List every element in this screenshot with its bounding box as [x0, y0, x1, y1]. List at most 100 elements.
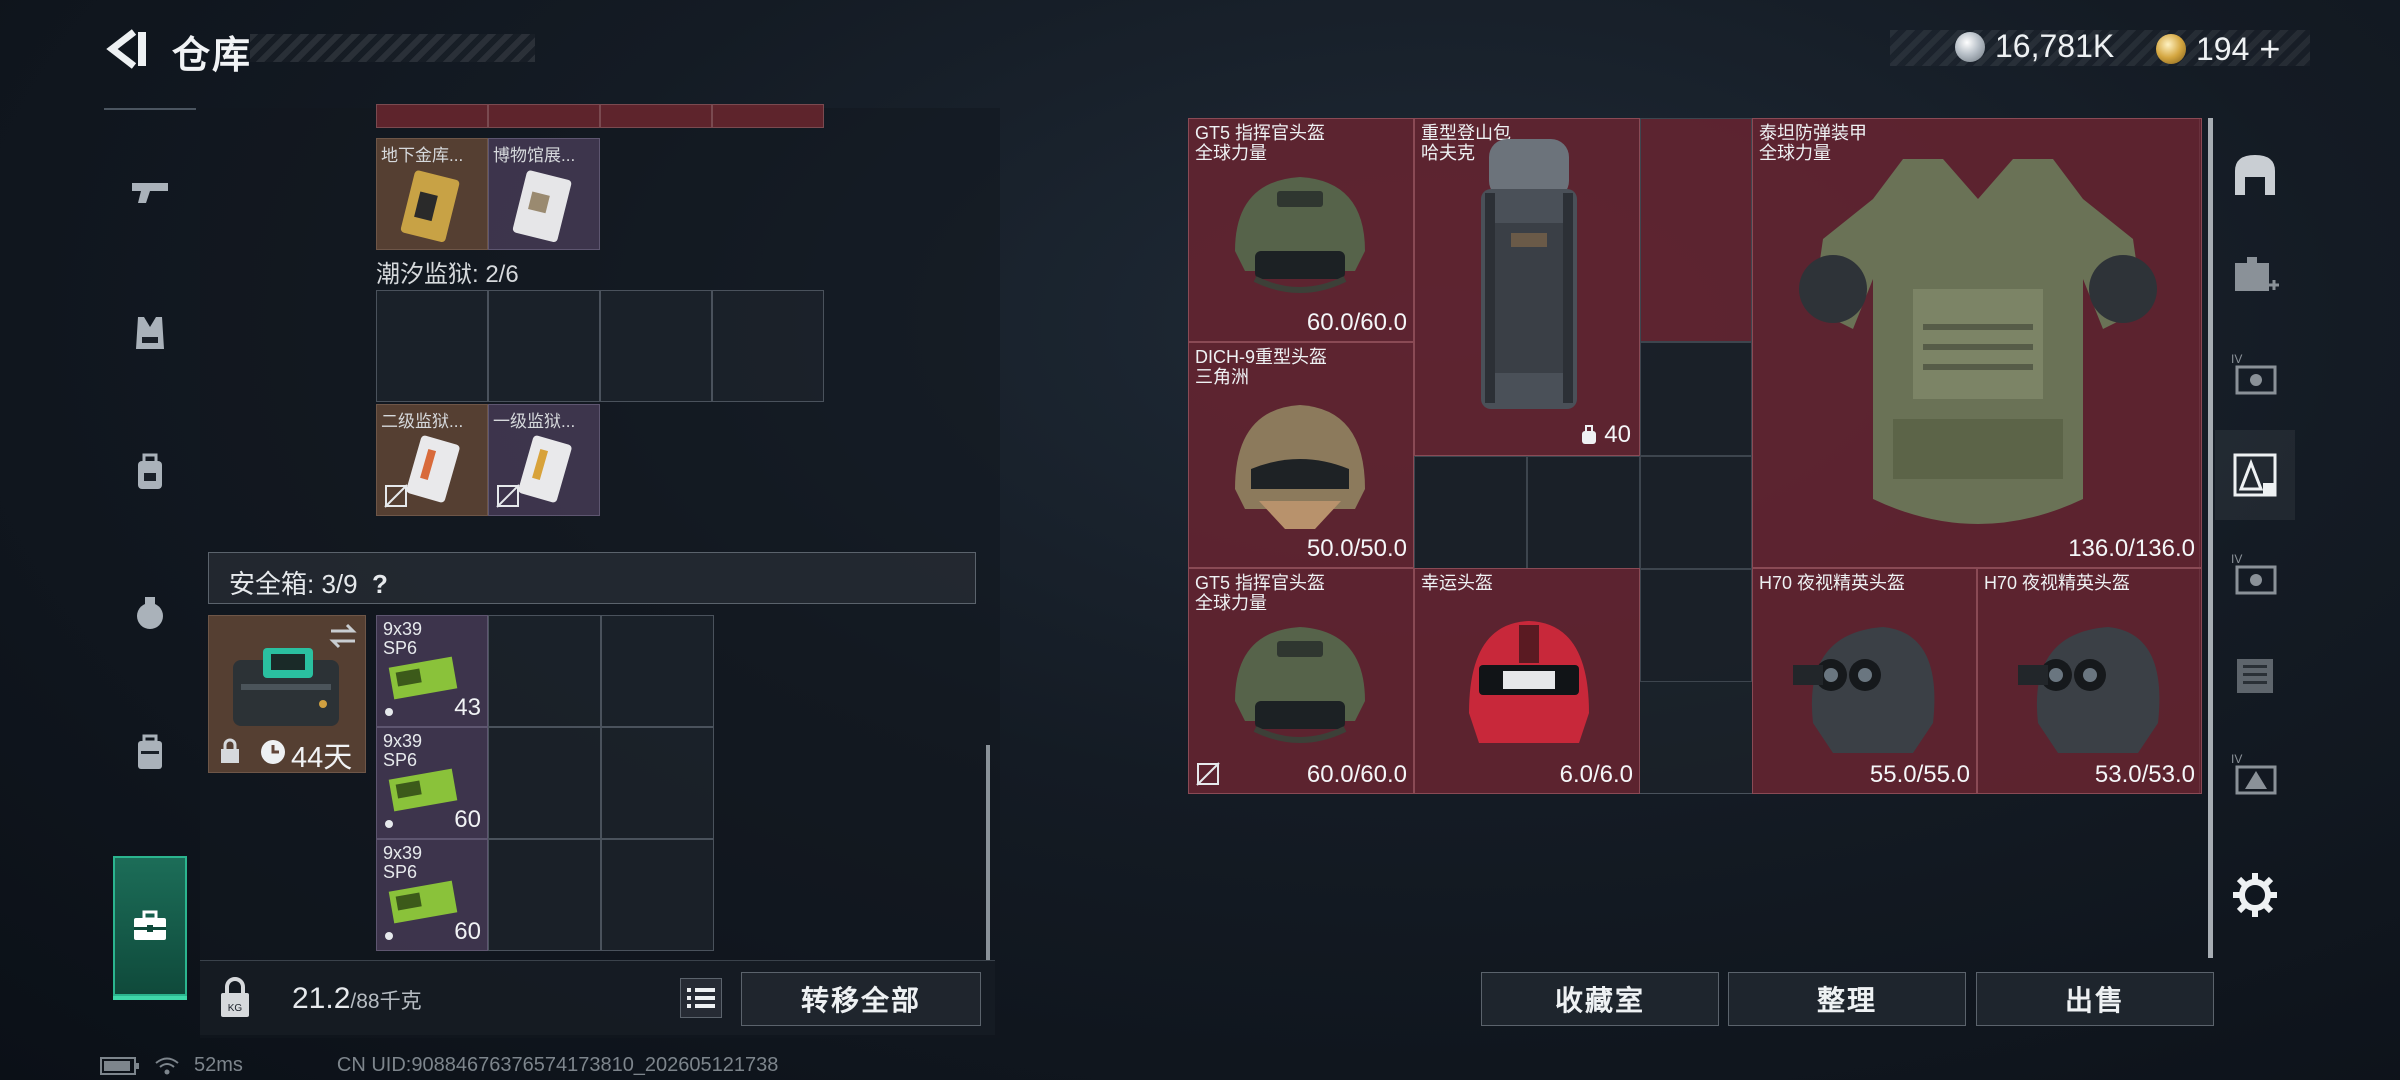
rnav-helmet-rack[interactable]: [2215, 130, 2295, 220]
grid-cell[interactable]: [1640, 456, 1752, 569]
transfer-all-button[interactable]: 转移全部: [741, 972, 981, 1026]
vest-icon: [136, 317, 164, 349]
settings-button[interactable]: [2215, 850, 2295, 940]
item-brand: 三角洲: [1195, 367, 1249, 387]
gold-coin-icon: [2156, 34, 2186, 64]
grid-cell[interactable]: [601, 839, 714, 951]
grid-cell[interactable]: [488, 290, 600, 402]
rnav-medkit[interactable]: [2215, 230, 2295, 320]
rnav-document-case[interactable]: [2215, 630, 2295, 720]
ammo-item[interactable]: 9x39 SP6 60: [376, 727, 488, 839]
grid-cell[interactable]: [488, 104, 600, 128]
keycard-icon: [406, 435, 460, 503]
titan-armor-item[interactable]: 泰坦防弹装甲 全球力量 136.0/136.0: [1752, 118, 2202, 568]
item-durability: 55.0/55.0: [1869, 761, 1970, 788]
grid-cell[interactable]: [376, 290, 488, 402]
safebox-container[interactable]: 44天: [208, 615, 366, 774]
helmet-icon: [1469, 621, 1589, 743]
grid-cell[interactable]: [712, 104, 824, 128]
grid-cell[interactable]: [1640, 342, 1752, 456]
organize-button[interactable]: 整理: [1728, 972, 1966, 1026]
item-durability: 136.0/136.0: [2068, 535, 2195, 562]
equipment-scrollbar[interactable]: [2208, 118, 2213, 958]
night-vision-helmet-icon: [2018, 627, 2160, 753]
currency-premium[interactable]: 194 +: [2156, 28, 2280, 70]
grid-cell[interactable]: [601, 727, 714, 839]
toolbox-icon: [134, 910, 166, 940]
prison-key-level2[interactable]: 二级监狱...: [376, 404, 488, 516]
nav-armor[interactable]: [104, 288, 196, 378]
museum-key-card[interactable]: 博物馆展...: [488, 138, 600, 250]
sell-button[interactable]: 出售: [1976, 972, 2214, 1026]
status-footer: 52ms CN UID:9088467637657417381​0_202605…: [100, 1054, 778, 1077]
gt5-helmet-item-2[interactable]: GT5 指挥官头盔 全球力量 60.0/60.0: [1188, 568, 1414, 794]
grid-cell[interactable]: [1414, 456, 1527, 569]
grid-cell[interactable]: [376, 104, 488, 128]
wifi-icon: [155, 1057, 179, 1074]
tier4-case-icon: IV: [2231, 752, 2277, 795]
rnav-tier4-case-3[interactable]: IV: [2215, 730, 2295, 820]
grid-cell[interactable]: [488, 839, 601, 951]
gear-icon: [2233, 873, 2277, 917]
nav-bag[interactable]: [104, 568, 196, 658]
capacity-value: 40: [1604, 421, 1631, 448]
grid-cell[interactable]: [600, 104, 712, 128]
grid-cell[interactable]: [600, 290, 712, 402]
weight-current: 21.2: [292, 982, 351, 1015]
page-title: 仓库: [172, 35, 253, 77]
h70-helmet-item[interactable]: H70 夜视精英头盔 55.0/55.0: [1752, 568, 1977, 794]
case-icon: [138, 734, 162, 769]
no-trade-icon: [384, 484, 408, 508]
grid-cell[interactable]: [712, 290, 824, 402]
h70-helmet-item-2[interactable]: H70 夜视精英头盔 53.0/53.0: [1977, 568, 2202, 794]
storage-scrollbar[interactable]: [986, 745, 990, 960]
keycard-icon: [518, 435, 572, 503]
grid-cell[interactable]: [488, 727, 601, 839]
nav-backpack[interactable]: [104, 428, 196, 518]
help-icon[interactable]: ?: [372, 569, 388, 599]
list-icon: [687, 988, 715, 1008]
ammo-name: 9x39 SP6: [383, 620, 422, 658]
back-button[interactable]: [100, 26, 150, 72]
item-title: H70 夜视精英头盔: [1984, 573, 2131, 593]
title-decoration: [250, 34, 535, 62]
grid-cell[interactable]: [488, 615, 601, 727]
backpack-icon: [138, 453, 162, 489]
svg-text:IV: IV: [2231, 752, 2242, 766]
prison-key-level1[interactable]: 一级监狱...: [488, 404, 600, 516]
no-trade-icon: [496, 484, 520, 508]
ammo-name: 9x39 SP6: [383, 732, 422, 770]
item-name: 二级监狱...: [381, 412, 464, 431]
tier4-case-icon: IV: [2231, 352, 2277, 395]
night-vision-helmet-icon: [1793, 627, 1935, 753]
item-durability: 50.0/50.0: [1306, 535, 1407, 562]
collection-room-button[interactable]: 收藏室: [1481, 972, 1719, 1026]
grid-cell[interactable]: [1640, 118, 1752, 342]
ammo-marker-icon: [385, 820, 393, 828]
grid-cell[interactable]: [1640, 569, 1752, 682]
add-currency-icon[interactable]: +: [2259, 28, 2280, 70]
ammo-box-icon: [388, 768, 458, 812]
item-name: 地下金库...: [381, 146, 464, 165]
weight-lock-icon[interactable]: KG: [215, 975, 255, 1021]
lucky-helmet-item[interactable]: 幸运头盔 6.0/6.0: [1414, 568, 1640, 794]
list-view-button[interactable]: [680, 978, 722, 1018]
nav-weapons[interactable]: [104, 148, 196, 238]
ammo-item[interactable]: 9x39 SP6 43: [376, 615, 488, 727]
ammo-item[interactable]: 9x39 SP6 60: [376, 839, 488, 951]
backpack-icon: [1481, 139, 1577, 409]
ammo-count: 43: [454, 694, 481, 721]
vault-key-card[interactable]: 地下金库...: [376, 138, 488, 250]
rnav-tier4-case-2[interactable]: IV: [2215, 530, 2295, 620]
nav-case[interactable]: [104, 708, 196, 798]
dich9-helmet-item[interactable]: DICH-9重型头盔 三角洲 50.0/50.0: [1188, 342, 1414, 568]
rnav-tier4-case[interactable]: IV: [2215, 330, 2295, 420]
backpack-capacity: 40: [1580, 421, 1631, 449]
grid-cell[interactable]: [1527, 456, 1640, 569]
nav-safebox-active[interactable]: [113, 856, 187, 996]
rnav-armor-case-active[interactable]: [2215, 430, 2295, 520]
heavy-backpack-item[interactable]: 重型登山包 哈夫克 40: [1414, 118, 1640, 456]
grid-cell[interactable]: [601, 615, 714, 727]
gt5-helmet-item[interactable]: GT5 指挥官头盔 全球力量 60.0/60.0: [1188, 118, 1414, 342]
swap-icon[interactable]: [327, 622, 359, 650]
